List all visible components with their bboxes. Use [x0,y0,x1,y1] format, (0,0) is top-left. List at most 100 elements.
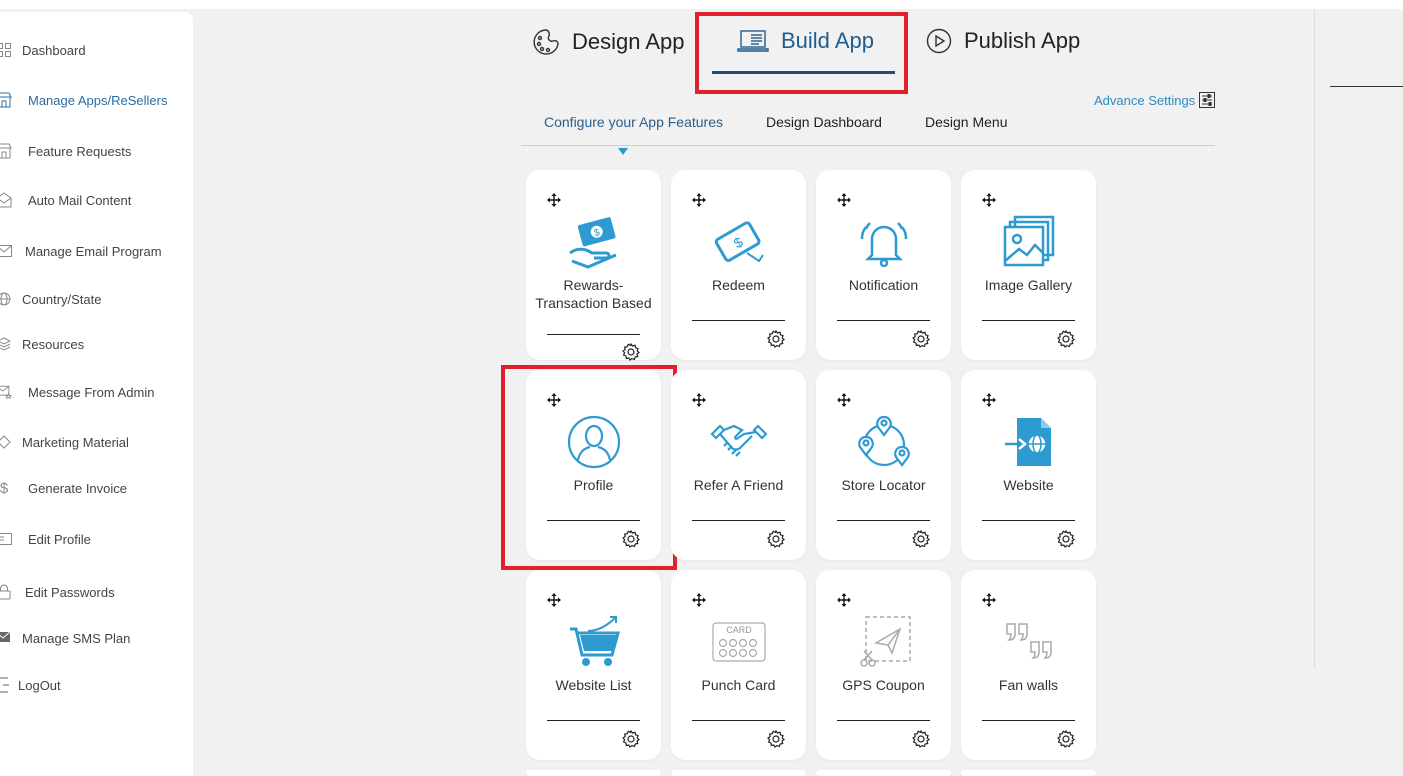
sidebar-item-manage-email[interactable]: Manage Email Program [0,243,162,259]
advance-settings-label: Advance Settings [1094,92,1196,108]
feature-card-store-locator[interactable]: Store Locator [816,370,951,560]
advance-settings-link[interactable]: Advance Settings [1094,92,1216,108]
move-handle-icon[interactable] [692,193,706,207]
sidebar-item-auto-mail[interactable]: Auto Mail Content [0,192,131,208]
move-handle-icon[interactable] [837,193,851,207]
feature-card-image-gallery[interactable]: Image Gallery [961,170,1096,360]
tab-design-app[interactable]: Design App [532,28,685,56]
grid-icon [0,42,12,58]
feature-label: Website List [555,677,632,693]
globe-icon [0,291,12,307]
sidebar-item-feature-requests[interactable]: Feature Requests [0,143,131,159]
feature-card-redeem[interactable]: $ Redeem [671,170,806,360]
card-rule [982,320,1075,321]
sidebar-item-manage-apps[interactable]: Manage Apps/ReSellers [0,92,167,108]
store-icon [0,143,12,159]
feature-card-partial [671,770,806,776]
sidebar-item-label: Auto Mail Content [28,192,132,208]
feature-card-website[interactable]: Website [961,370,1096,560]
sidebar-item-country-state[interactable]: Country/State [0,291,102,307]
gear-icon[interactable] [767,330,785,348]
notification-bell-icon [853,214,915,270]
top-strip [0,0,1403,9]
feature-card-refer-friend[interactable]: Refer A Friend [671,370,806,560]
profile-icon [563,414,625,470]
redeem-icon: $ [708,214,770,270]
card-rule [547,720,640,721]
move-handle-icon[interactable] [547,393,561,407]
sidebar-item-label: Manage Apps/ReSellers [28,92,168,108]
card-rule [547,520,640,521]
sidebar-item-logout[interactable]: LogOut [0,677,61,693]
svg-text:$: $ [731,234,746,252]
card-rule [837,520,930,521]
feature-card-fan-walls[interactable]: Fan walls [961,570,1096,760]
move-handle-icon[interactable] [982,593,996,607]
feature-card-notification[interactable]: Notification [816,170,951,360]
tab-build-app[interactable]: Build App [737,28,874,54]
sidebar-item-label: Message From Admin [28,384,155,400]
dollar-icon: $ [0,479,9,497]
move-handle-icon[interactable] [692,393,706,407]
gear-icon[interactable] [767,530,785,548]
gear-icon[interactable] [1057,730,1075,748]
feature-card-rewards[interactable]: $ Rewards- Transaction Based [526,170,661,361]
subtab-design-dashboard[interactable]: Design Dashboard [766,114,882,130]
tab-publish-app-label: Publish App [964,28,1081,53]
punch-card-icon: CARD [708,614,770,670]
gear-icon[interactable] [912,530,930,548]
gear-icon[interactable] [912,730,930,748]
sidebar-item-message-admin[interactable]: Message From Admin [0,384,154,400]
move-handle-icon[interactable] [982,193,996,207]
feature-label: Fan walls [998,677,1059,693]
move-handle-icon[interactable] [837,393,851,407]
move-handle-icon[interactable] [547,593,561,607]
gear-icon[interactable] [622,530,640,548]
move-handle-icon[interactable] [547,193,561,207]
sidebar-item-sms-plan[interactable]: Manage SMS Plan [0,630,130,646]
laptop-code-icon [737,30,769,52]
sidebar-item-dashboard[interactable]: Dashboard [0,42,86,58]
gear-icon[interactable] [622,343,640,361]
gear-icon[interactable] [1057,530,1075,548]
right-panel-divider [1314,9,1315,669]
gear-icon[interactable] [912,330,930,348]
diamond-icon [0,434,12,450]
subtab-design-menu[interactable]: Design Menu [925,114,1008,130]
feature-card-punch-card[interactable]: CARD Punch Card [671,570,806,760]
feature-card-profile[interactable]: Profile [526,370,661,560]
sidebar-item-marketing[interactable]: Marketing Material [0,434,129,450]
sidebar-item-edit-passwords[interactable]: Edit Passwords [0,584,115,600]
gear-icon[interactable] [622,730,640,748]
feature-card-website-list[interactable]: Website List [526,570,661,760]
sidebar-item-resources[interactable]: Resources [0,336,84,352]
image-gallery-icon [998,214,1060,270]
subtab-configure-features[interactable]: Configure your App Features [544,114,723,130]
move-handle-icon[interactable] [692,593,706,607]
sidebar-item-label: Manage Email Program [25,243,162,259]
sidebar-item-label: Edit Profile [28,531,91,547]
shopping-cart-icon [563,614,625,670]
active-tab-indicator [712,71,895,74]
feature-label: Punch Card [701,677,776,693]
move-handle-icon[interactable] [837,593,851,607]
handshake-icon [708,414,770,470]
sidebar-item-label: Feature Requests [28,143,132,159]
sidebar-item-invoice[interactable]: $ Generate Invoice [0,479,127,497]
move-handle-icon[interactable] [982,393,996,407]
card-rule [547,334,640,335]
sliders-icon [1199,92,1216,108]
sidebar-item-label: Country/State [22,291,102,307]
gear-icon[interactable] [767,730,785,748]
logout-icon [0,677,12,693]
tab-publish-app[interactable]: Publish App [926,28,1080,54]
sidebar-item-edit-profile[interactable]: Edit Profile [0,531,91,547]
id-card-icon [0,531,12,547]
gear-icon[interactable] [1057,330,1075,348]
sidebar: Dashboard Manage Apps/ReSellers Feature … [0,12,193,776]
right-panel-rule [1330,86,1403,87]
feature-card-gps-coupon[interactable]: GPS Coupon [816,570,951,760]
play-circle-icon [926,28,952,54]
card-rule [982,720,1075,721]
sms-icon [0,630,12,646]
